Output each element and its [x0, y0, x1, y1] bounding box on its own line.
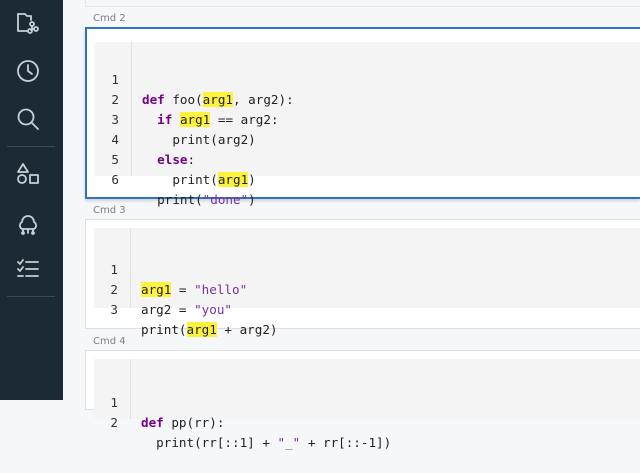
code-cell[interactable]: 1 arg1 = "hello" 2 arg2 = "you" 3 print(…	[85, 219, 640, 337]
code-cell-active[interactable]: 1 def foo(arg1, arg2): 2 if arg1 == arg2…	[85, 27, 640, 207]
code-line: 3 print(arg2)	[95, 90, 255, 147]
line-number: 6	[111, 172, 119, 187]
code-line: 2 print(rr[::1] + "_" + rr[::-1])	[94, 393, 391, 450]
code-text: print(arg1)	[142, 172, 256, 187]
code-editor[interactable]: 1 arg1 = "hello" 2 arg2 = "you" 3 print(…	[94, 228, 640, 337]
code-line: 1 def pp(rr):	[94, 373, 224, 430]
line-number: 3	[110, 302, 118, 317]
code-text: print(rr[::1] + "_" + rr[::-1])	[141, 435, 392, 450]
sidebar	[0, 0, 63, 400]
code-line: 2 if arg1 == arg2:	[95, 70, 279, 127]
cell-label: Cmd 3	[93, 205, 126, 216]
code-editor[interactable]: 1 def pp(rr): 2 print(rr[::1] + "_" + rr…	[94, 359, 640, 450]
code-line: 2 arg2 = "you"	[94, 260, 232, 317]
line-number: 2	[110, 415, 118, 430]
sidebar-divider	[7, 146, 55, 147]
jobs-icon[interactable]	[14, 255, 42, 283]
code-line: 5 print(arg1)	[95, 130, 256, 187]
code-text: print(arg2)	[142, 132, 256, 147]
code-text: arg1 = "hello"	[141, 282, 248, 297]
previous-cell-edge	[85, 6, 640, 7]
recents-icon[interactable]	[14, 57, 42, 85]
code-cell[interactable]: 1 def pp(rr): 2 print(rr[::1] + "_" + rr…	[85, 350, 640, 450]
code-line: 4 else:	[95, 110, 195, 167]
cell-label: Cmd 4	[93, 336, 126, 347]
code-text: print("done")	[142, 192, 256, 207]
workspace-icon[interactable]	[14, 9, 42, 37]
search-icon[interactable]	[14, 105, 42, 133]
code-text: print(arg1 + arg2)	[141, 322, 278, 337]
code-editor[interactable]: 1 def foo(arg1, arg2): 2 if arg1 == arg2…	[95, 42, 640, 207]
cluster-icon[interactable]	[14, 209, 42, 237]
code-line: 3 print(arg1 + arg2)	[94, 280, 278, 337]
shapes-icon[interactable]	[14, 160, 42, 188]
cell-label: Cmd 2	[93, 13, 126, 24]
code-line: 6 print("done")	[95, 150, 255, 207]
notebook-area: Cmd 2 1 def foo(arg1, arg2): 2 if arg1 =…	[63, 0, 640, 450]
code-line: 1 def foo(arg1, arg2):	[95, 50, 294, 107]
sidebar-divider	[7, 296, 55, 297]
code-text: if arg1 == arg2:	[157, 112, 279, 127]
code-text: def foo(arg1, arg2):	[142, 92, 294, 107]
code-line: 1 arg1 = "hello"	[94, 240, 247, 297]
